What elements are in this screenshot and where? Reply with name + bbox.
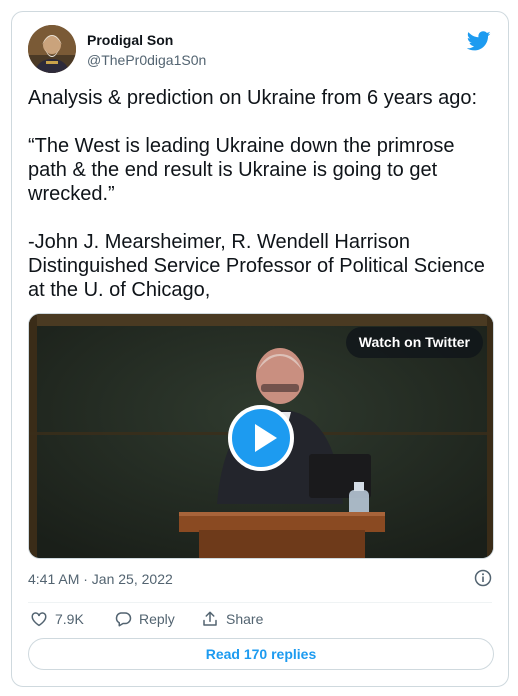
tweet-paragraph: -John J. Mearsheimer, R. Wendell Harriso…	[28, 231, 485, 301]
reply-button[interactable]: Reply	[114, 609, 175, 629]
reply-bubble-icon	[115, 612, 132, 627]
divider	[28, 602, 492, 603]
user-handle[interactable]: @ThePr0diga1S0n	[87, 52, 206, 68]
tweet-timestamp[interactable]: 4:41 AM · Jan 25, 2022	[28, 571, 173, 587]
watch-on-twitter-button[interactable]: Watch on Twitter	[345, 327, 483, 358]
display-name[interactable]: Prodigal Son	[87, 32, 173, 48]
share-icon	[203, 611, 217, 626]
share-label: Share	[226, 611, 264, 627]
tweet-card: Prodigal Son @ThePr0diga1S0n Analysis & …	[11, 11, 509, 687]
share-button[interactable]: Share	[201, 609, 263, 629]
heart-icon	[31, 612, 47, 627]
play-icon[interactable]	[228, 405, 294, 471]
tweet-paragraph: “The West is leading Ukraine down the pr…	[28, 135, 455, 205]
like-button[interactable]: 7.9K	[30, 609, 84, 629]
like-count: 7.9K	[55, 611, 84, 627]
tweet-text: Analysis & prediction on Ukraine from 6 …	[28, 86, 498, 302]
info-icon[interactable]	[474, 569, 492, 587]
tweet-paragraph: Analysis & prediction on Ukraine from 6 …	[28, 87, 478, 109]
read-replies-button[interactable]: Read 170 replies	[28, 638, 494, 670]
video-player[interactable]: Watch on Twitter	[28, 313, 494, 559]
avatar[interactable]	[28, 25, 76, 73]
reply-label: Reply	[139, 611, 175, 627]
twitter-bird-icon[interactable]	[467, 29, 491, 53]
portrait-avatar	[28, 25, 76, 73]
